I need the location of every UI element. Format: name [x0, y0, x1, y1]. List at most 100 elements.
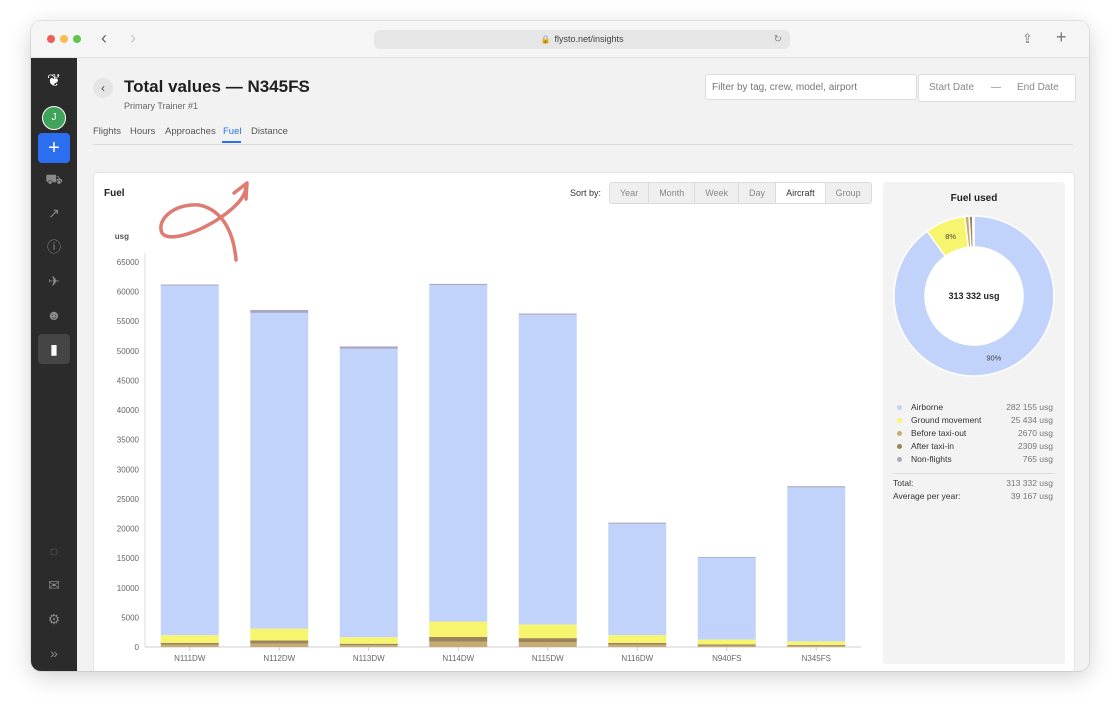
- expand-icon[interactable]: »: [38, 638, 70, 668]
- legend-item-ground-movement: Ground movement 25 434 usg: [897, 415, 1053, 428]
- donut-slice-label: 90%: [986, 353, 1001, 362]
- tab-flights[interactable]: Flights: [93, 126, 121, 137]
- feather-logo-icon[interactable]: ❦: [38, 66, 70, 96]
- bar-segment: [429, 621, 488, 637]
- date-range-picker[interactable]: Start Date — End Date: [918, 74, 1076, 102]
- back-arrow-icon[interactable]: ‹: [101, 28, 107, 49]
- x-tick-label: N116DW: [621, 654, 653, 663]
- bar-segment: [787, 486, 846, 488]
- departure-icon[interactable]: ↗: [38, 198, 70, 228]
- bar-segment: [787, 641, 846, 645]
- bar-segment: [429, 283, 488, 286]
- bar-segment: [250, 640, 309, 644]
- y-tick-label: 60000: [117, 288, 140, 297]
- avatar[interactable]: J: [42, 106, 66, 130]
- bar-segment: [608, 644, 667, 647]
- annotation-scribble: [159, 181, 249, 262]
- average-label: Average per year:: [893, 491, 961, 501]
- y-tick-label: 10000: [117, 584, 140, 593]
- start-date-field[interactable]: Start Date: [929, 82, 974, 93]
- lock-icon: 🔒: [540, 35, 551, 44]
- x-tick-label: N113DW: [353, 654, 385, 663]
- fuel-donut-chart: 313 332 usg 90% 8%: [893, 215, 1055, 377]
- page-subtitle: Primary Trainer #1: [124, 101, 199, 111]
- bar-segment: [608, 523, 667, 636]
- end-date-field[interactable]: End Date: [1017, 82, 1059, 93]
- bar-segment: [608, 522, 667, 524]
- share-icon[interactable]: ⇪: [1022, 31, 1033, 47]
- browser-window: ‹ › 🔒 flysto.net/insights ↻ ⇪ + ❦ J + ⛟ ↗…: [31, 21, 1089, 671]
- tab-hours[interactable]: Hours: [130, 126, 155, 137]
- mail-icon[interactable]: ✉: [38, 570, 70, 600]
- y-tick-label: 20000: [117, 525, 140, 534]
- bar-segment: [787, 644, 846, 646]
- y-tick-label: 15000: [117, 554, 140, 563]
- legend-value: 2670 usg: [1018, 428, 1053, 438]
- legend-value: 25 434 usg: [1010, 415, 1053, 425]
- legend-label: Before taxi-out: [911, 428, 967, 438]
- bar-segment: [429, 641, 488, 647]
- bar-segment: [339, 348, 398, 638]
- plus-icon[interactable]: +: [38, 133, 70, 163]
- y-tick-label: 55000: [117, 317, 140, 326]
- bar-segment: [250, 628, 309, 641]
- bar-segment: [697, 645, 756, 647]
- bar-segment: [697, 557, 756, 640]
- reload-icon[interactable]: ↻: [774, 30, 782, 49]
- forward-arrow-icon[interactable]: ›: [130, 28, 136, 49]
- bar-segment: [697, 639, 756, 645]
- gear-icon[interactable]: ⚙: [38, 604, 70, 634]
- tab-distance[interactable]: Distance: [251, 126, 288, 137]
- x-tick-label: N345FS: [802, 654, 831, 663]
- legend-item-before-taxi-out: Before taxi-out 2670 usg: [897, 428, 1053, 441]
- bar-segment: [787, 645, 846, 647]
- bar-segment: [339, 643, 398, 646]
- donut-slice-label: 8%: [945, 232, 956, 241]
- chevron-down-icon[interactable]: ⌄: [294, 77, 306, 94]
- bar-segment: [160, 284, 219, 286]
- alert-icon[interactable]: ⓘ: [38, 232, 70, 262]
- bar-segment: [697, 556, 756, 558]
- address-bar[interactable]: 🔒 flysto.net/insights ↻: [374, 30, 790, 49]
- legend-value: 2309 usg: [1018, 441, 1053, 451]
- bar-segment: [518, 624, 577, 639]
- bar-chart-icon[interactable]: ▮: [38, 334, 70, 364]
- zoom-window-button[interactable]: [73, 35, 81, 43]
- close-window-button[interactable]: [47, 35, 55, 43]
- browser-titlebar: ‹ › 🔒 flysto.net/insights ↻ ⇪ +: [31, 21, 1089, 58]
- bar-segment: [787, 487, 846, 642]
- bar-segment: [160, 635, 219, 643]
- donut-slice: [972, 215, 975, 248]
- x-tick-label: N112DW: [263, 654, 295, 663]
- legend-label: Airborne: [911, 402, 944, 412]
- bar-segment: [250, 312, 309, 629]
- minimize-window-button[interactable]: [60, 35, 68, 43]
- bar-segment: [160, 644, 219, 647]
- date-separator: —: [991, 82, 1001, 93]
- bar-segment: [608, 642, 667, 645]
- y-tick-label: 40000: [117, 406, 140, 415]
- crew-icon[interactable]: ☻: [38, 300, 70, 330]
- bulb-icon[interactable]: ◌: [38, 536, 70, 566]
- bar-segment: [518, 642, 577, 647]
- filter-input[interactable]: [705, 74, 917, 100]
- plane-icon[interactable]: ✈: [38, 266, 70, 296]
- bar-segment: [518, 638, 577, 643]
- bar-segment: [339, 346, 398, 349]
- y-axis-unit: usg: [115, 232, 129, 241]
- landing-icon[interactable]: ⛟: [38, 164, 70, 194]
- back-button[interactable]: ‹: [93, 78, 113, 98]
- legend-dot: [897, 444, 902, 449]
- legend-dot: [897, 431, 902, 436]
- tab-fuel[interactable]: Fuel: [223, 126, 241, 137]
- bar-segment: [250, 643, 309, 647]
- new-tab-icon[interactable]: +: [1056, 27, 1067, 48]
- fuel-used-card: Fuel used 313 332 usg 90% 8% Airborne 282 …: [883, 182, 1065, 664]
- tab-approaches[interactable]: Approaches: [165, 126, 216, 137]
- bar-segment: [250, 309, 309, 313]
- total-row: Total: 313 332 usg: [893, 478, 1053, 488]
- y-tick-label: 0: [135, 643, 140, 652]
- y-tick-label: 45000: [117, 376, 140, 385]
- x-tick-label: N115DW: [532, 654, 564, 663]
- chevron-left-icon: ‹: [101, 81, 105, 95]
